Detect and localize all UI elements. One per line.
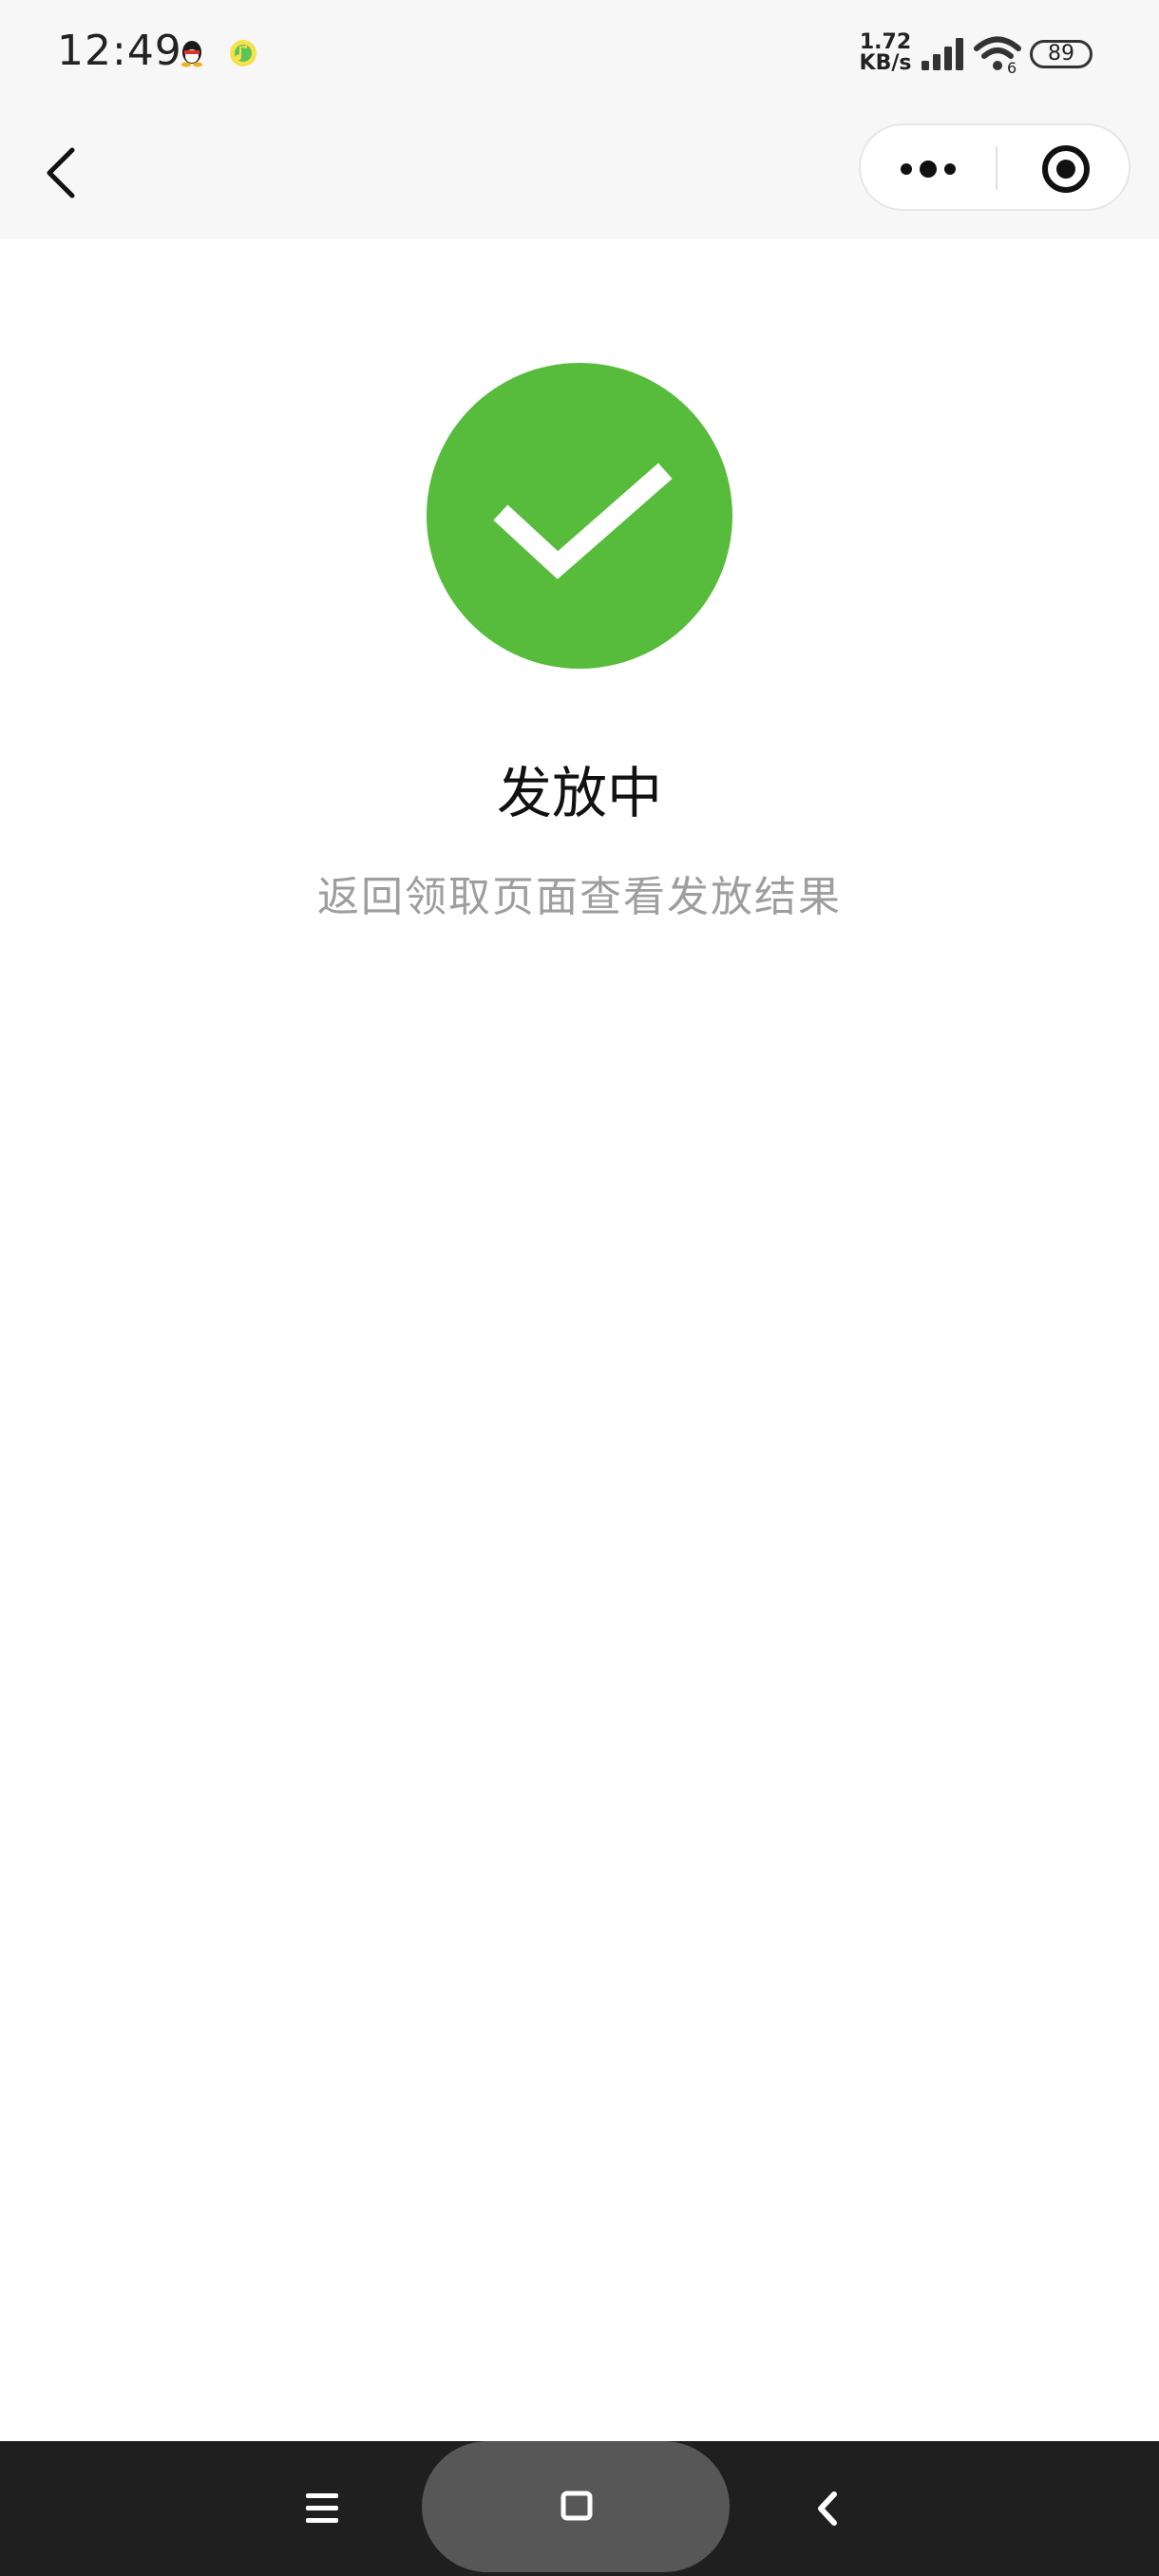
screen: 12:49 1.72 KB/s 6 89 发放中 返回领取页面查看发放结果: [0, 0, 1159, 2576]
more-dots-icon: [901, 161, 956, 178]
navigation-bar: [0, 112, 1159, 239]
music-app-icon: [230, 40, 256, 66]
status-bar: 12:49 1.72 KB/s 6 89: [0, 0, 1159, 112]
battery-indicator: 89: [1030, 40, 1092, 68]
back-button[interactable]: [38, 135, 95, 211]
home-button[interactable]: [422, 2441, 730, 2572]
chevron-left-icon: [47, 147, 75, 199]
network-speed: 1.72 KB/s: [857, 32, 914, 74]
result-title: 发放中: [496, 761, 662, 825]
wifi-standard: 6: [1007, 59, 1017, 77]
signal-icon: [922, 38, 963, 70]
recent-apps-button[interactable]: [293, 2485, 353, 2532]
system-navigation-bar: [0, 2441, 1159, 2576]
qq-icon: [181, 41, 202, 67]
network-speed-unit: KB/s: [859, 51, 912, 75]
result-description: 返回领取页面查看发放结果: [317, 873, 842, 921]
target-close-icon: [1042, 145, 1090, 193]
check-circle-icon: [427, 363, 732, 669]
status-time: 12:49: [57, 27, 182, 75]
hamburger-icon: [306, 2493, 338, 2523]
square-home-icon: [560, 2491, 593, 2521]
chevron-left-icon: [818, 2491, 837, 2526]
more-button[interactable]: [861, 125, 996, 209]
network-speed-value: 1.72: [859, 30, 912, 54]
close-miniprogram-button[interactable]: [998, 125, 1130, 209]
miniprogram-capsule: [859, 123, 1130, 211]
system-back-button[interactable]: [806, 2483, 847, 2534]
